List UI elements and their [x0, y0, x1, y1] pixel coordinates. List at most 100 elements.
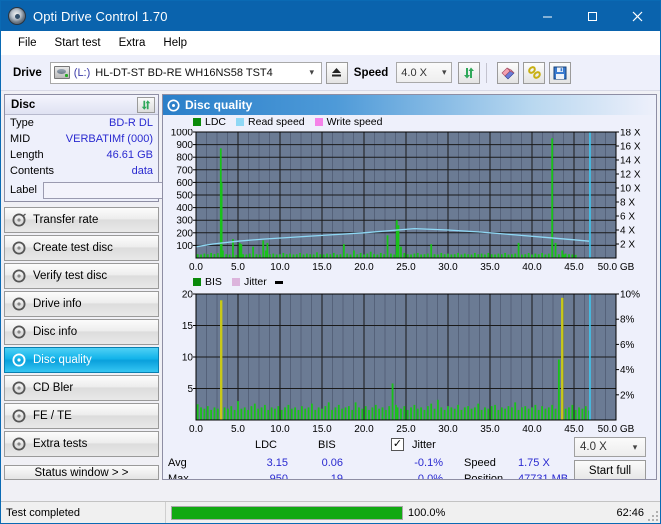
svg-text:25.0: 25.0 — [396, 424, 416, 435]
sidebar-item-verify-test-disc[interactable]: Verify test disc — [4, 263, 159, 289]
position-stat-label: Position — [464, 473, 504, 480]
sidebar-item-transfer-rate[interactable]: Transfer rate — [4, 207, 159, 233]
disc-icon — [10, 269, 27, 283]
svg-text:600: 600 — [176, 178, 193, 189]
stats-max-bis: 19 — [330, 473, 343, 480]
disc-panel-header: Disc — [5, 95, 158, 115]
svg-text:8%: 8% — [620, 315, 635, 326]
menu-extra[interactable]: Extra — [110, 34, 155, 52]
refresh-drive-button[interactable] — [458, 61, 481, 84]
sidebar-item-cd-bler[interactable]: CD Bler — [4, 375, 159, 401]
window-controls — [525, 1, 660, 31]
stats-row-avg-label: Avg — [168, 457, 187, 469]
svg-text:20.0: 20.0 — [354, 424, 374, 435]
stats-panel: LDC BIS ✓ Jitter Avg 3.15 0.06 -0.1% Max… — [163, 437, 656, 479]
speed-stat-label: Speed — [464, 457, 496, 469]
svg-text:50.0 GB: 50.0 GB — [598, 262, 635, 273]
legend-label-write-speed: Write speed — [326, 116, 383, 128]
svg-text:6 X: 6 X — [620, 212, 635, 223]
menu-file[interactable]: File — [9, 34, 46, 52]
app-window: Opti Drive Control 1.70 File Start test … — [0, 0, 661, 524]
disc-key-mid: MID — [10, 133, 31, 145]
disc-row-contents: Contents data — [5, 163, 158, 179]
status-window-button[interactable]: Status window > > — [4, 465, 159, 480]
legend-swatch-write-speed — [314, 118, 323, 126]
panel-header: Disc quality — [163, 95, 656, 115]
disc-value-contents: data — [131, 165, 153, 177]
resize-grip[interactable] — [648, 509, 660, 521]
drive-select[interactable]: (L:) HL-DT-ST BD-RE WH16NS58 TST4 ▾ — [49, 61, 322, 84]
position-stat-value: 47731 MB — [518, 473, 569, 480]
stats-col-bis: BIS — [318, 439, 336, 451]
svg-text:40.0: 40.0 — [522, 424, 542, 435]
stats-row-max-label: Max — [168, 473, 189, 480]
sidebar-item-fe-te[interactable]: FE / TE — [4, 403, 159, 429]
svg-text:800: 800 — [176, 153, 193, 164]
eject-button[interactable] — [325, 61, 348, 84]
menu-help[interactable]: Help — [154, 34, 196, 52]
disc-refresh-button[interactable] — [137, 96, 155, 113]
chevron-down-icon: ▾ — [632, 441, 638, 452]
svg-text:35.0: 35.0 — [480, 262, 500, 273]
disc-panel: Disc Type BD-R DL MID VERBATIMf (000) Le… — [4, 94, 244, 202]
menu-start-test[interactable]: Start test — [46, 34, 110, 52]
sidebar-item-create-test-disc[interactable]: Create test disc — [4, 235, 159, 261]
stats-max-ldc: 950 — [269, 473, 288, 480]
svg-text:2 X: 2 X — [620, 240, 635, 251]
optical-drive-icon — [53, 66, 70, 79]
disc-key-contents: Contents — [10, 165, 55, 177]
window-title: Opti Drive Control 1.70 — [33, 8, 168, 24]
svg-text:10.0: 10.0 — [270, 424, 290, 435]
save-button[interactable] — [549, 61, 572, 84]
close-button[interactable] — [615, 1, 660, 31]
svg-text:1000: 1000 — [171, 129, 194, 139]
svg-text:20: 20 — [182, 290, 194, 301]
disc-quality-panel: Disc quality LDC Read speed Write speed … — [162, 94, 657, 480]
maximize-button[interactable] — [570, 1, 615, 31]
sidebar-item-disc-quality[interactable]: Disc quality — [4, 347, 159, 373]
legend-label-bis: BIS — [205, 276, 222, 288]
svg-text:4 X: 4 X — [620, 226, 635, 237]
stats-avg-bis: 0.06 — [321, 457, 343, 469]
svg-text:500: 500 — [176, 191, 193, 202]
disc-key-type: Type — [10, 117, 34, 129]
bis-chart-svg: 5 10 15 20 2% 4% 6% 8% 10% 0.0 5.0 10.0 15.0 20.0 25.0… — [182, 290, 640, 436]
stats-avg-ldc: 3.15 — [266, 457, 288, 469]
svg-text:0.0: 0.0 — [189, 424, 203, 435]
chain-button[interactable] — [523, 61, 546, 84]
check-icon: ✓ — [392, 438, 403, 450]
start-full-button[interactable]: Start full — [574, 460, 646, 479]
progress-bar-fill — [172, 506, 402, 519]
stats-max-jitter: 0.0% — [417, 473, 443, 480]
sidebar-item-extra-tests[interactable]: Extra tests — [4, 431, 159, 457]
disc-value-type: BD-R DL — [108, 117, 153, 129]
test-speed-select[interactable]: 4.0 X ▾ — [574, 437, 646, 457]
speed-select[interactable]: 4.0 X ▾ — [396, 62, 453, 83]
stats-col-ldc: LDC — [255, 439, 278, 451]
disc-row-label: Label — [5, 179, 244, 201]
disc-icon — [10, 353, 27, 367]
sidebar-item-disc-info[interactable]: Disc info — [4, 319, 159, 345]
jitter-checkbox[interactable]: ✓ — [391, 438, 404, 451]
svg-text:45.0: 45.0 — [564, 424, 584, 435]
sidebar-item-drive-info[interactable]: Drive info — [4, 291, 159, 317]
legend-marker-icon — [274, 280, 283, 284]
svg-text:10%: 10% — [620, 290, 640, 301]
svg-text:50.0 GB: 50.0 GB — [598, 424, 635, 435]
disc-key-label: Label — [10, 184, 37, 196]
menubar: File Start test Extra Help — [1, 31, 660, 55]
legend-label-ldc: LDC — [205, 116, 227, 128]
disc-icon — [10, 325, 27, 339]
bis-chart-legend: BIS Jitter — [163, 275, 656, 289]
svg-text:30.0: 30.0 — [438, 424, 458, 435]
legend-swatch-ldc — [193, 118, 201, 126]
sidebar-label: Create test disc — [33, 242, 113, 254]
ldc-chart-svg: 100 200300 400500 600 700800 9001000 2 X 4 X 6 X… — [171, 129, 641, 273]
disc-panel-title: Disc — [11, 98, 36, 111]
svg-text:40.0: 40.0 — [522, 262, 542, 273]
sidebar-label: CD Bler — [33, 382, 74, 394]
minimize-button[interactable] — [525, 1, 570, 31]
erase-button[interactable] — [497, 61, 520, 84]
status-text: Test completed — [1, 501, 166, 523]
